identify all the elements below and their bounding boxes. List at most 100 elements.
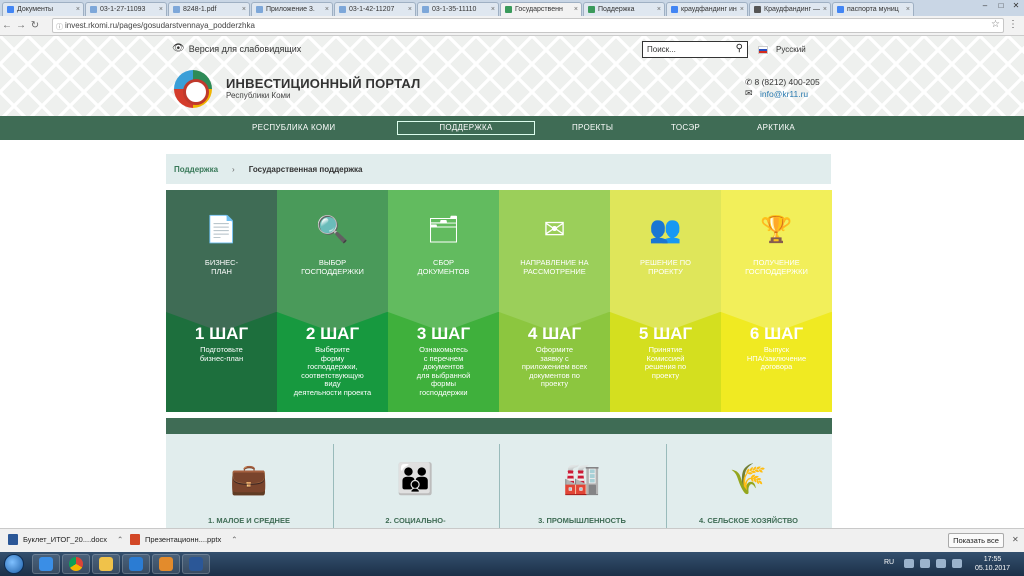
browser-tab[interactable]: Приложение 3. × [251, 2, 333, 16]
nav-item-support[interactable]: ПОДДЕРЖКА [397, 121, 535, 135]
tab-close-icon[interactable]: × [823, 6, 827, 13]
step-title: РЕШЕНИЕ ПО ПРОЕКТУ [640, 258, 691, 276]
tab-favicon-icon [339, 6, 346, 13]
tab-close-icon[interactable]: × [159, 6, 163, 13]
tab-favicon-icon [671, 6, 678, 13]
tab-close-icon[interactable]: × [574, 6, 578, 13]
category-card[interactable]: 👪 2. СОЦИАЛЬНО- [333, 444, 499, 528]
chevron-up-icon[interactable]: ⌃ [231, 535, 237, 544]
tray-power-icon[interactable] [952, 559, 962, 568]
step-6[interactable]: 🏆 ПОЛУЧЕНИЕ ГОСПОДДЕРЖКИ 6 ШАГ Выпуск НПА/з… [721, 190, 832, 412]
nav-item-projects[interactable]: ПРОЕКТЫ [572, 116, 613, 140]
show-all-downloads-button[interactable]: Показать все [948, 533, 1004, 548]
tab-close-icon[interactable]: × [740, 6, 744, 13]
minimize-icon[interactable]: – [978, 1, 992, 10]
lync-taskbar-icon[interactable] [122, 554, 150, 574]
tab-close-icon[interactable]: × [242, 6, 246, 13]
tab-favicon-icon [754, 6, 761, 13]
commission-icon: 👥 [649, 214, 682, 244]
browser-tab[interactable]: Краудфандинг — × [749, 2, 831, 16]
step-3[interactable]: 🗂 СБОР ДОКУМЕНТОВ 3 ШАГ Ознакомьтесь с пере… [388, 190, 499, 412]
step-title: СБОР ДОКУМЕНТОВ [417, 258, 470, 276]
address-bar: ← → ↻ ⓘ invest.rkomi.ru/pages/gosudarstv… [0, 16, 1024, 36]
download-item-pptx[interactable]: Презентационн....pptx ⌃ [130, 534, 238, 545]
breadcrumb-root[interactable]: Поддержка [174, 165, 218, 174]
chevron-up-icon[interactable]: ⌃ [117, 535, 123, 544]
ie-taskbar-icon[interactable] [32, 554, 60, 574]
browser-tab[interactable]: Документы × [2, 2, 84, 16]
step-5[interactable]: 👥 РЕШЕНИЕ ПО ПРОЕКТУ 5 ШАГ Принятие Комисси… [610, 190, 721, 412]
browser-tab[interactable]: Государственн × [500, 2, 582, 16]
step-top-panel [499, 190, 610, 312]
browser-tab[interactable]: 03-1-42-11207 × [334, 2, 416, 16]
system-clock[interactable]: 17:55 05.10.2017 [975, 555, 1010, 573]
search-icon[interactable]: ⚲ [736, 43, 743, 54]
download-item-docx[interactable]: Буклет_ИТОГ_20....docx ⌃ [8, 534, 123, 545]
tray-volume-icon[interactable] [936, 559, 946, 568]
step-4[interactable]: ✉ НАПРАВЛЕНИЕ НА РАССМОТРЕНИЕ 4 ШАГ Оформит… [499, 190, 610, 412]
tab-close-icon[interactable]: × [491, 6, 495, 13]
site-subtitle: Республики Коми [226, 91, 291, 100]
word-taskbar-icon[interactable] [182, 554, 210, 574]
reload-icon[interactable]: ↻ [28, 20, 42, 31]
step-1[interactable]: 📄 БИЗНЕС- ПЛАН 1 ШАГ Подготовьте бизнес-пла… [166, 190, 277, 412]
close-icon[interactable]: ✕ [1009, 1, 1023, 10]
keyboard-language[interactable]: RU [884, 559, 894, 566]
start-button[interactable] [4, 554, 24, 574]
business-plan-icon: 📄 [205, 214, 238, 244]
page-info-icon[interactable]: ⓘ [56, 22, 63, 32]
step-description: Выпуск НПА/заключение договора [746, 345, 807, 371]
step-number: 6 ШАГ [749, 324, 804, 343]
wheat-icon: 🌾 [729, 463, 768, 496]
bookmark-star-icon[interactable]: ☆ [991, 19, 1000, 30]
language-label: Русский [776, 45, 806, 54]
tab-label: 8248-1.pdf [183, 6, 217, 13]
chrome-taskbar-icon[interactable] [62, 554, 90, 574]
nav-item-republic[interactable]: РЕСПУБЛИКА КОМИ [252, 116, 335, 140]
forward-icon[interactable]: → [14, 20, 28, 31]
step-top-panel [166, 190, 277, 312]
browser-menu-icon[interactable]: ⋮ [1008, 19, 1018, 30]
nav-item-arctic[interactable]: АРКТИКА [757, 116, 795, 140]
nav-item-toser[interactable]: ТОСЭР [671, 116, 700, 140]
step-description: Ознакомьтесь с перечнем документов для в… [416, 345, 471, 397]
tray-network-icon[interactable] [920, 559, 930, 568]
step-2[interactable]: 🔍 ВЫБОР ГОСПОДДЕРЖКИ 2 ШАГ Выберите форму г… [277, 190, 388, 412]
briefcase-icon: 💼 [230, 463, 268, 496]
support-selection-icon: 🔍 [316, 214, 349, 244]
browser-tab[interactable]: паспорта муниц × [832, 2, 914, 16]
step-top-panel [388, 190, 499, 312]
browser-tab[interactable]: 03-1-27-11093 × [85, 2, 167, 16]
site-title[interactable]: ИНВЕСТИЦИОННЫЙ ПОРТАЛ [226, 76, 421, 91]
tab-close-icon[interactable]: × [76, 6, 80, 13]
tab-close-icon[interactable]: × [325, 6, 329, 13]
url-field[interactable]: ⓘ invest.rkomi.ru/pages/gosudarstvennaya… [52, 18, 1004, 33]
portal-logo[interactable] [174, 70, 212, 108]
browser-tab[interactable]: 03-1-35-11110 × [417, 2, 499, 16]
maximize-icon[interactable]: □ [994, 1, 1008, 10]
documents-icon: 🗂 [426, 214, 460, 244]
browser-tab[interactable]: краудфандинг ин × [666, 2, 748, 16]
tab-close-icon[interactable]: × [408, 6, 412, 13]
close-downloads-icon[interactable]: ✕ [1012, 535, 1019, 544]
language-selector[interactable]: Русский [758, 45, 806, 54]
tab-close-icon[interactable]: × [657, 6, 661, 13]
explorer-taskbar-icon[interactable] [92, 554, 120, 574]
windows-taskbar: RU 17:55 05.10.2017 [0, 552, 1024, 576]
back-icon[interactable]: ← [0, 20, 14, 31]
support-steps: 📄 БИЗНЕС- ПЛАН 1 ШАГ Подготовьте бизнес-пла… [166, 190, 832, 412]
tab-close-icon[interactable]: × [906, 6, 910, 13]
tab-favicon-icon [90, 6, 97, 13]
low-vision-link[interactable]: 👁 Версия для слабовидящих [172, 43, 301, 54]
browser-tab[interactable]: 8248-1.pdf × [168, 2, 250, 16]
eye-icon: 👁 [172, 43, 185, 54]
category-card[interactable]: 🌾 4. СЕЛЬСКОЕ ХОЗЯЙСТВО [666, 444, 832, 528]
outlook-taskbar-icon[interactable] [152, 554, 180, 574]
category-card[interactable]: 🏭 3. ПРОМЫШЛЕННОСТЬ [499, 444, 665, 528]
application-icon: ✉ [543, 214, 566, 244]
tray-flag-icon[interactable] [904, 559, 914, 568]
browser-tab[interactable]: Поддержка × [583, 2, 665, 16]
category-card[interactable]: 💼 1. МАЛОЕ И СРЕДНЕЕ [166, 444, 332, 528]
search-input[interactable]: Поиск... ⚲ [642, 41, 748, 58]
email-link[interactable]: info@kr11.ru [760, 89, 808, 99]
